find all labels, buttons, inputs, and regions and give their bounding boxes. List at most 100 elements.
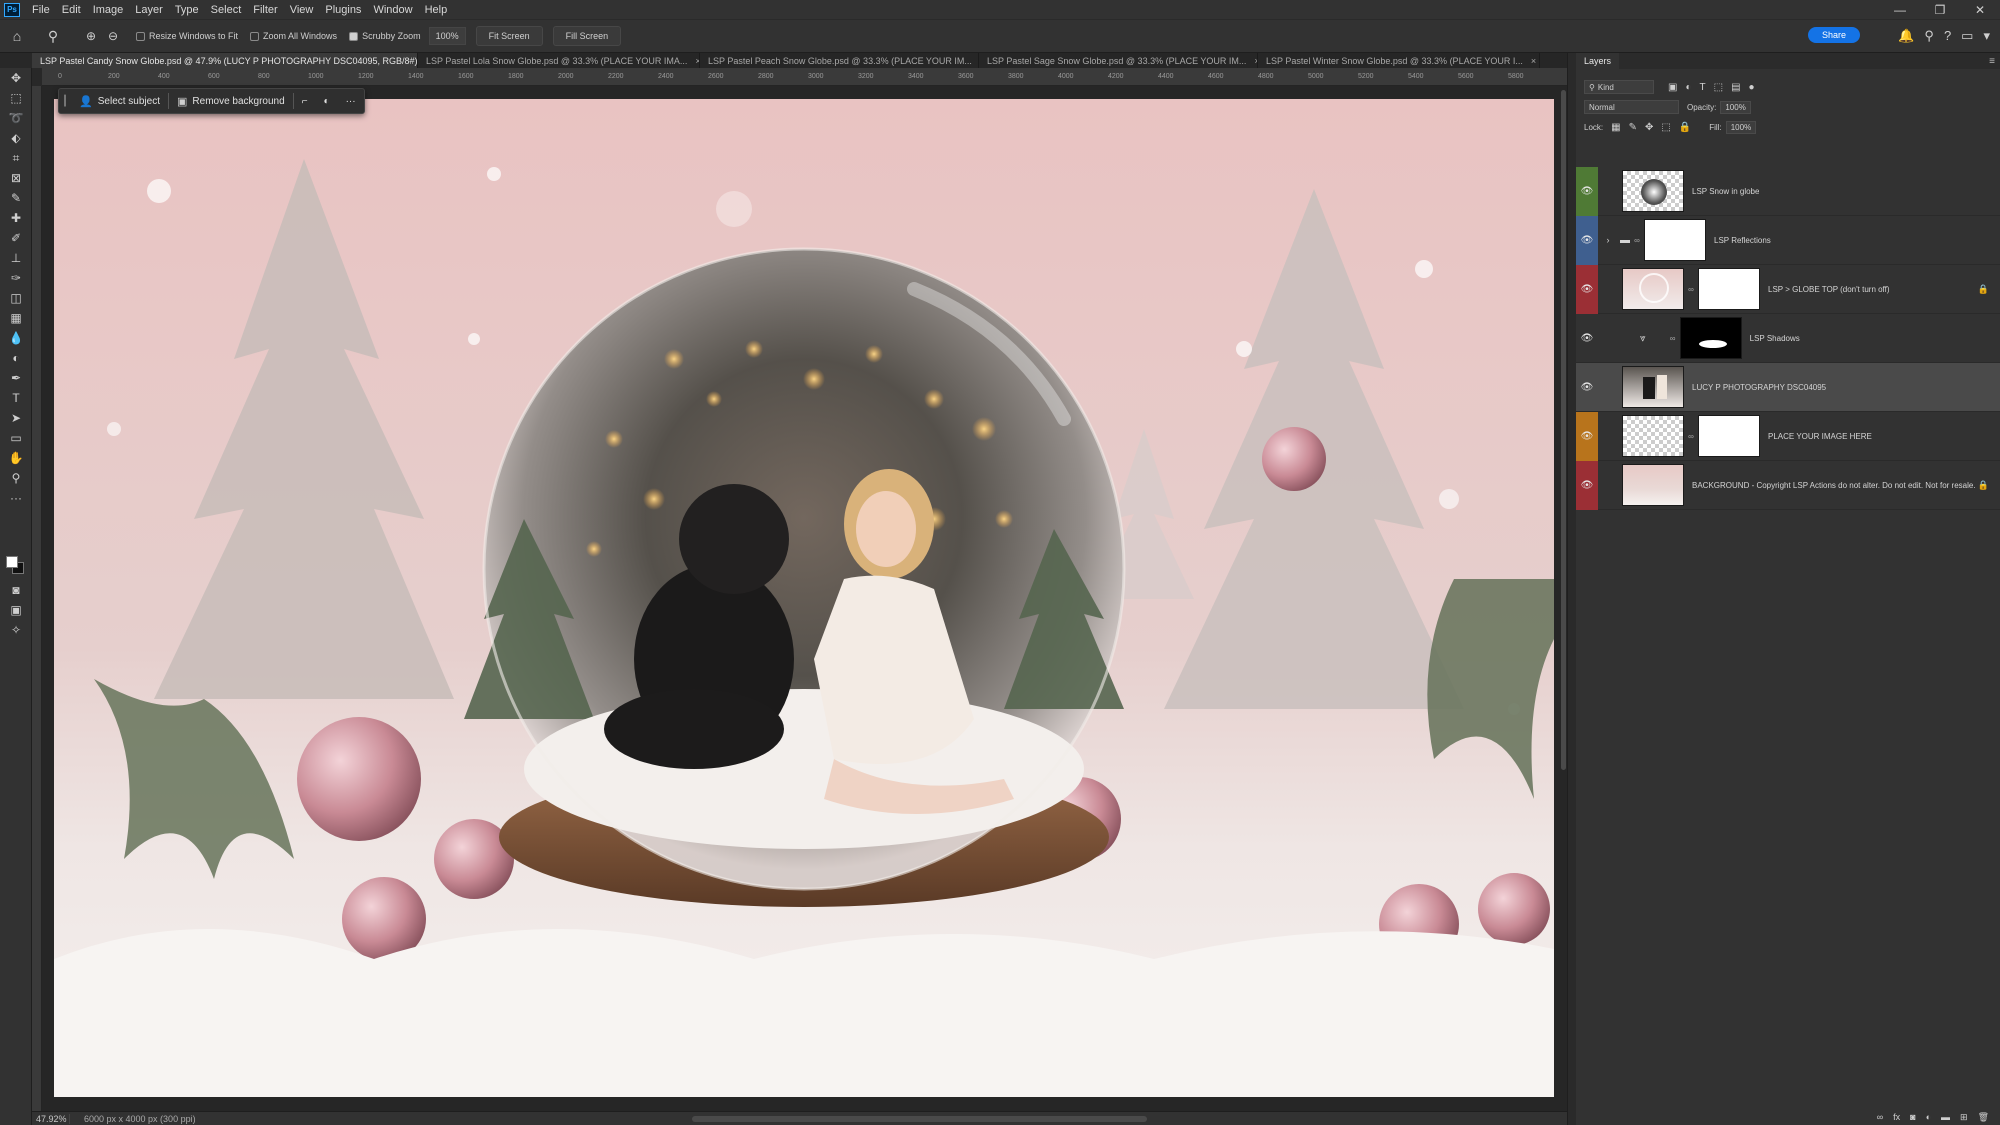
eyedropper-tool-icon[interactable]: ✎ — [0, 188, 32, 208]
generative-icon[interactable]: ✧ — [0, 620, 32, 640]
frame-tool-icon[interactable]: ⊠ — [0, 168, 32, 188]
zoom-in-icon[interactable]: ⊕ — [80, 25, 102, 47]
marquee-tool-icon[interactable]: ⬚ — [0, 88, 32, 108]
drag-handle[interactable]: ┃ — [59, 88, 71, 114]
eye-icon[interactable]: 👁 — [1581, 333, 1594, 344]
select-subject-button[interactable]: 👤 Select subject — [71, 88, 168, 114]
layer-globe-top[interactable]: 👁 ∞ LSP > GLOBE TOP (don't turn off) 🔒 — [1576, 264, 2000, 314]
fx-icon[interactable]: fx — [1893, 1112, 1900, 1122]
resize-windows-checkbox[interactable]: Resize Windows to Fit — [136, 31, 238, 41]
layer-lucy-p-photography[interactable]: 👁 LUCY P PHOTOGRAPHY DSC04095 — [1576, 363, 2000, 412]
horizontal-scrollbar[interactable] — [692, 1116, 1147, 1122]
blur-tool-icon[interactable]: 💧 — [0, 328, 32, 348]
eye-icon[interactable]: 👁 — [1581, 284, 1594, 295]
panel-menu-icon[interactable]: ≡ — [1989, 56, 1995, 67]
kind-filter-select[interactable]: ⚲ Kind — [1584, 80, 1654, 94]
tab-sage-snow-globe[interactable]: LSP Pastel Sage Snow Globe.psd @ 33.3% (… — [979, 53, 1258, 68]
adjustment-filter-icon[interactable]: ◐ — [1685, 82, 1691, 93]
notifications-icon[interactable]: 🔔 — [1898, 28, 1914, 44]
more-tools-icon[interactable]: ··· — [0, 488, 32, 508]
more-options-button[interactable]: ··· — [338, 88, 364, 114]
path-select-tool-icon[interactable]: ➤ — [0, 408, 32, 428]
layer-reflections-group[interactable]: 👁 › ▬ ∞ LSP Reflections — [1576, 215, 2000, 265]
crop-tool-icon[interactable]: ⌗ — [0, 148, 32, 168]
foreground-color-swatch[interactable] — [6, 556, 18, 568]
tab-candy-snow-globe[interactable]: LSP Pastel Candy Snow Globe.psd @ 47.9% … — [32, 53, 418, 68]
close-window-button[interactable]: ✕ — [1960, 3, 2000, 17]
pen-tool-icon[interactable]: ✒ — [0, 368, 32, 388]
eye-icon[interactable]: 👁 — [1581, 186, 1594, 197]
menu-edit[interactable]: Edit — [56, 4, 87, 16]
lock-all-icon[interactable]: 🔒 — [1679, 122, 1691, 133]
minimize-button[interactable]: — — [1880, 3, 1920, 17]
menu-layer[interactable]: Layer — [129, 4, 169, 16]
restore-button[interactable]: ❐ — [1920, 3, 1960, 17]
mask-icon[interactable]: ◙ — [1910, 1112, 1915, 1122]
menu-help[interactable]: Help — [419, 4, 454, 16]
folder-icon[interactable]: ▬ — [1941, 1112, 1950, 1122]
tab-lola-snow-globe[interactable]: LSP Pastel Lola Snow Globe.psd @ 33.3% (… — [418, 53, 700, 68]
adjust-button[interactable]: ◐ — [316, 88, 338, 114]
zoom-level[interactable]: 47.92% — [32, 1113, 70, 1124]
lock-transparent-icon[interactable]: ▦ — [1611, 122, 1620, 133]
menu-select[interactable]: Select — [205, 4, 248, 16]
object-select-tool-icon[interactable]: ⬖ — [0, 128, 32, 148]
menu-window[interactable]: Window — [367, 4, 418, 16]
type-filter-icon[interactable]: T — [1700, 82, 1706, 93]
link-icon[interactable]: ∞ — [1877, 1112, 1883, 1122]
gradient-tool-icon[interactable]: ▦ — [0, 308, 32, 328]
chevron-right-icon[interactable]: › — [1598, 235, 1618, 245]
quick-mask-icon[interactable]: ◙ — [0, 580, 32, 600]
eye-icon[interactable]: 👁 — [1581, 480, 1594, 491]
pixel-filter-icon[interactable]: ▣ — [1668, 82, 1677, 93]
eye-icon[interactable]: 👁 — [1581, 382, 1594, 393]
filter-toggle-icon[interactable]: ● — [1749, 82, 1755, 93]
zoom-tool-icon[interactable]: ⚲ — [0, 468, 32, 488]
rectangle-tool-icon[interactable]: ▭ — [0, 428, 32, 448]
opacity-field[interactable]: 100% — [1720, 100, 1751, 114]
menu-type[interactable]: Type — [169, 4, 205, 16]
layer-place-your-image[interactable]: 👁 ∞ PLACE YOUR IMAGE HERE — [1576, 411, 2000, 461]
history-brush-icon[interactable]: ✑ — [0, 268, 32, 288]
fit-screen-button[interactable]: Fit Screen — [475, 26, 543, 46]
layer-background[interactable]: 👁 BACKGROUND - Copyright LSP Actions do … — [1576, 460, 2000, 510]
eye-icon[interactable]: 👁 — [1581, 431, 1594, 442]
healing-tool-icon[interactable]: ✚ — [0, 208, 32, 228]
eye-icon[interactable]: 👁 — [1581, 235, 1594, 246]
type-tool-icon[interactable]: T — [0, 388, 32, 408]
layer-shadows[interactable]: 👁 ⩔ ∞ LSP Shadows — [1576, 314, 2000, 363]
zoom-all-windows-checkbox[interactable]: Zoom All Windows — [250, 31, 337, 41]
screen-mode-icon[interactable]: ▣ — [0, 600, 32, 620]
workspace-icon[interactable]: ▭ — [1961, 28, 1973, 44]
zoom-percent-field[interactable]: 100% — [428, 27, 466, 45]
search-icon[interactable]: ⚲ — [1924, 28, 1934, 44]
chevron-down-icon[interactable]: ▾ — [1983, 28, 1990, 44]
tab-peach-snow-globe[interactable]: LSP Pastel Peach Snow Globe.psd @ 33.3% … — [700, 53, 979, 68]
menu-view[interactable]: View — [284, 4, 320, 16]
dodge-tool-icon[interactable]: ◐ — [0, 348, 32, 368]
hand-tool-icon[interactable]: ✋ — [0, 448, 32, 468]
help-icon[interactable]: ? — [1944, 28, 1951, 44]
close-tab-icon[interactable]: × — [1531, 56, 1536, 66]
tab-winter-snow-globe[interactable]: LSP Pastel Winter Snow Globe.psd @ 33.3%… — [1258, 53, 1540, 68]
scrubby-zoom-checkbox[interactable]: Scrubby Zoom — [349, 31, 421, 41]
move-tool-icon[interactable]: ✥ — [0, 68, 32, 88]
new-layer-icon[interactable]: ⊞ — [1960, 1112, 1968, 1123]
menu-filter[interactable]: Filter — [247, 4, 283, 16]
zoom-out-icon[interactable]: ⊖ — [102, 25, 124, 47]
vertical-scrollbar[interactable] — [1561, 90, 1566, 770]
shape-filter-icon[interactable]: ⬚ — [1714, 82, 1723, 93]
lock-position-icon[interactable]: ✥ — [1645, 122, 1653, 133]
menu-file[interactable]: File — [26, 4, 56, 16]
menu-image[interactable]: Image — [87, 4, 130, 16]
trash-icon[interactable]: 🗑 — [1978, 1112, 1989, 1123]
adjustment-icon[interactable]: ◐ — [1926, 1112, 1931, 1122]
lock-image-icon[interactable]: ✎ — [1629, 122, 1637, 133]
share-button[interactable]: Share — [1807, 27, 1860, 43]
eraser-tool-icon[interactable]: ◫ — [0, 288, 32, 308]
smart-object-filter-icon[interactable]: ▤ — [1731, 82, 1740, 93]
menu-plugins[interactable]: Plugins — [319, 4, 367, 16]
fill-field[interactable]: 100% — [1725, 120, 1757, 134]
fill-screen-button[interactable]: Fill Screen — [552, 26, 622, 46]
home-icon[interactable]: ⌂ — [6, 25, 28, 47]
